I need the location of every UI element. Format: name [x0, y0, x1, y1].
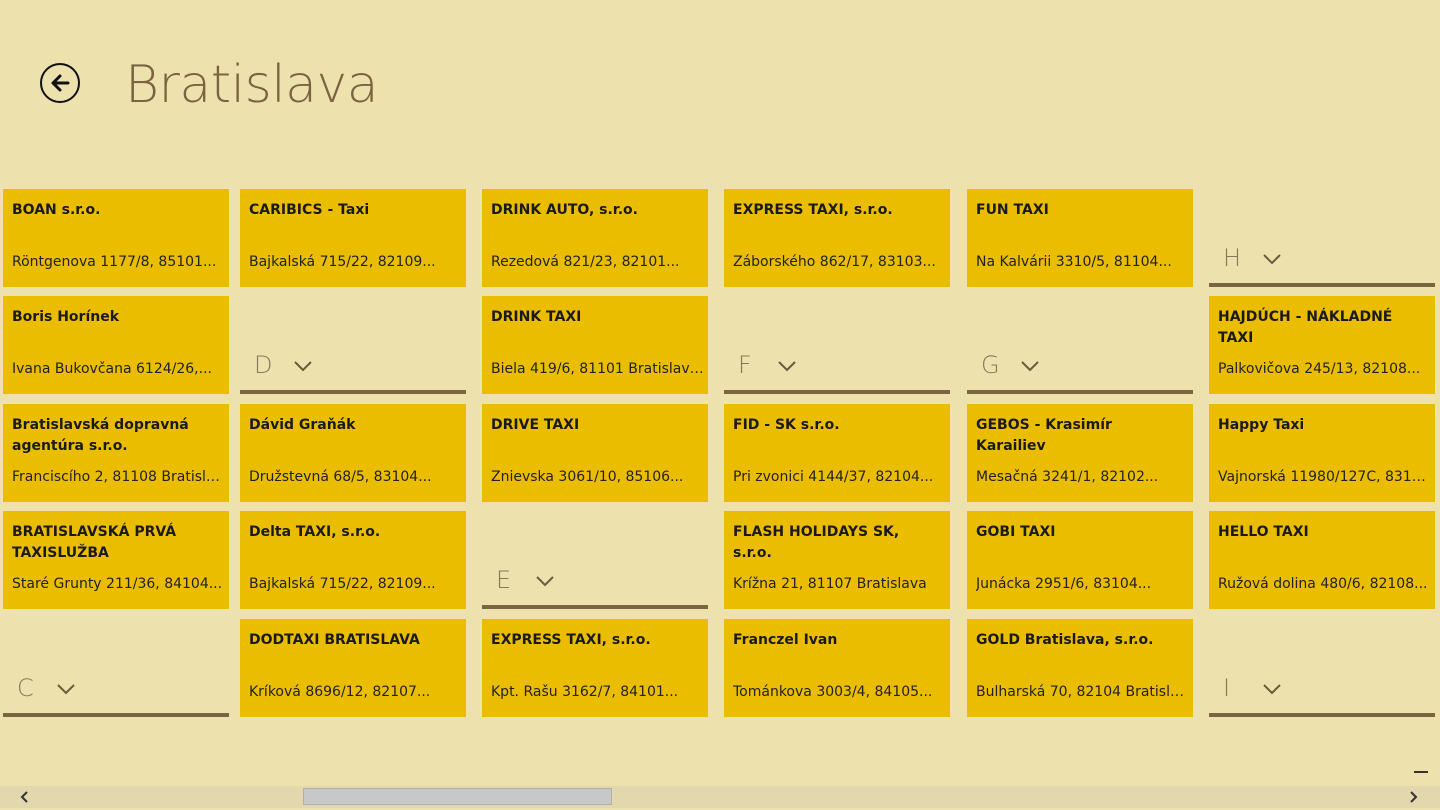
company-tile[interactable]: Boris Horínek Ivana Bukovčana 6124/26,...: [3, 296, 229, 394]
back-arrow-icon: [51, 74, 70, 92]
company-address: Pri zvonici 4144/37, 82104...: [733, 469, 934, 485]
company-name: DRINK AUTO, s.r.o.: [491, 202, 638, 218]
company-address: Ružová dolina 480/6, 82108...: [1218, 576, 1428, 592]
page-title: Bratislava: [125, 55, 379, 115]
group-header[interactable]: G: [967, 296, 1193, 394]
company-address: Ivana Bukovčana 6124/26,...: [12, 361, 212, 377]
group-header[interactable]: D: [240, 296, 466, 394]
chevron-down-icon: [778, 361, 796, 372]
company-tile[interactable]: BOAN s.r.o. Röntgenova 1177/8, 85101...: [3, 189, 229, 287]
company-address: Junácka 2951/6, 83104...: [976, 576, 1152, 592]
semantic-zoom-button[interactable]: [1411, 763, 1431, 779]
company-address: Bulharská 70, 82104 Bratislava: [976, 684, 1189, 700]
company-tile[interactable]: FUN TAXI Na Kalvárii 3310/5, 81104...: [967, 189, 1193, 287]
company-name: GEBOS - Krasimír Karailiev: [976, 417, 1112, 454]
group-letter: E: [496, 566, 512, 594]
company-name: DRIVE TAXI: [491, 417, 580, 433]
company-name: DODTAXI BRATISLAVA: [249, 632, 420, 648]
company-address: Znievska 3061/10, 85106...: [491, 469, 684, 485]
company-name: Happy Taxi: [1218, 417, 1305, 433]
scrollbar-thumb[interactable]: [303, 788, 612, 805]
company-name: FUN TAXI: [976, 202, 1049, 218]
company-address: Tománkova 3003/4, 84105...: [733, 684, 933, 700]
company-address: Staré Grunty 211/36, 84104...: [12, 576, 223, 592]
company-address: Vajnorská 11980/127C, 83104...: [1218, 469, 1431, 485]
company-address: Franciscího 2, 81108 Bratislava...: [12, 469, 225, 485]
company-tile[interactable]: GOBI TAXI Junácka 2951/6, 83104...: [967, 511, 1193, 609]
company-address: Krížna 21, 81107 Bratislava: [733, 576, 927, 592]
company-tile[interactable]: BRATISLAVSKÁ PRVÁ TAXISLUŽBA Staré Grunty…: [3, 511, 229, 609]
group-letter: F: [738, 351, 752, 379]
group-header[interactable]: H: [1209, 189, 1435, 287]
back-button[interactable]: [40, 63, 80, 103]
company-name: FLASH HOLIDAYS SK, s.r.o.: [733, 524, 900, 561]
company-tile[interactable]: Happy Taxi Vajnorská 11980/127C, 83104...: [1209, 404, 1435, 502]
company-address: Kpt. Rašu 3162/7, 84101...: [491, 684, 679, 700]
company-name: Boris Horínek: [12, 309, 120, 325]
group-header[interactable]: F: [724, 296, 950, 394]
company-address: Biela 419/6, 81101 Bratislava -...: [491, 361, 704, 377]
company-name: DRINK TAXI: [491, 309, 582, 325]
company-name: EXPRESS TAXI, s.r.o.: [733, 202, 893, 218]
group-header[interactable]: E: [482, 511, 708, 609]
company-name: Bratislavská dopravná agentúra s.r.o.: [12, 417, 189, 454]
company-tile[interactable]: CARIBICS - Taxi Bajkalská 715/22, 82109..…: [240, 189, 466, 287]
company-tile[interactable]: Franczel Ivan Tománkova 3003/4, 84105...: [724, 619, 950, 717]
horizontal-scrollbar[interactable]: [0, 786, 1440, 808]
company-address: Röntgenova 1177/8, 85101...: [12, 254, 217, 270]
company-tile[interactable]: Delta TAXI, s.r.o. Bajkalská 715/22, 8210…: [240, 511, 466, 609]
company-address: Bajkalská 715/22, 82109...: [249, 254, 436, 270]
company-tile[interactable]: Dávid Graňák Družstevná 68/5, 83104...: [240, 404, 466, 502]
company-tile[interactable]: DRINK TAXI Biela 419/6, 81101 Bratislava …: [482, 296, 708, 394]
company-address: Na Kalvárii 3310/5, 81104...: [976, 254, 1172, 270]
company-name: BRATISLAVSKÁ PRVÁ TAXISLUŽBA: [12, 524, 177, 561]
group-letter: D: [254, 351, 273, 379]
group-letter: C: [17, 674, 34, 702]
company-tile[interactable]: DRIVE TAXI Znievska 3061/10, 85106...: [482, 404, 708, 502]
scroll-left-icon[interactable]: [18, 790, 32, 804]
scroll-right-icon[interactable]: [1406, 790, 1420, 804]
company-address: Palkovičova 245/13, 82108...: [1218, 361, 1421, 377]
chevron-down-icon: [1021, 361, 1039, 372]
company-name: Franczel Ivan: [733, 632, 838, 648]
company-address: Mesačná 3241/1, 82102...: [976, 469, 1159, 485]
chevron-down-icon: [294, 361, 312, 372]
company-name: BOAN s.r.o.: [12, 202, 101, 218]
group-letter: G: [981, 351, 1000, 379]
company-name: EXPRESS TAXI, s.r.o.: [491, 632, 651, 648]
company-tile[interactable]: EXPRESS TAXI, s.r.o. Záborského 862/17, 8…: [724, 189, 950, 287]
company-tile[interactable]: GOLD Bratislava, s.r.o. Bulharská 70, 821…: [967, 619, 1193, 717]
chevron-down-icon: [57, 684, 75, 695]
group-header[interactable]: I: [1209, 619, 1435, 717]
company-tile[interactable]: DODTAXI BRATISLAVA Kríková 8696/12, 82107…: [240, 619, 466, 717]
group-letter: H: [1223, 244, 1242, 272]
company-tile[interactable]: HELLO TAXI Ružová dolina 480/6, 82108...: [1209, 511, 1435, 609]
company-tile[interactable]: Bratislavská dopravná agentúra s.r.o. Fra…: [3, 404, 229, 502]
company-tile[interactable]: GEBOS - Krasimír Karailiev Mesačná 3241/1…: [967, 404, 1193, 502]
company-address: Záborského 862/17, 83103...: [733, 254, 936, 270]
company-address: Rezedová 821/23, 82101...: [491, 254, 680, 270]
company-name: CARIBICS - Taxi: [249, 202, 370, 218]
group-header[interactable]: C: [3, 619, 229, 717]
company-address: Družstevná 68/5, 83104...: [249, 469, 432, 485]
company-name: Dávid Graňák: [249, 417, 356, 433]
chevron-down-icon: [536, 576, 554, 587]
company-name: FID - SK s.r.o.: [733, 417, 840, 433]
company-tile[interactable]: EXPRESS TAXI, s.r.o. Kpt. Rašu 3162/7, 84…: [482, 619, 708, 717]
company-name: GOLD Bratislava, s.r.o.: [976, 632, 1154, 648]
company-address: Bajkalská 715/22, 82109...: [249, 576, 436, 592]
company-tile[interactable]: FLASH HOLIDAYS SK, s.r.o. Krížna 21, 8110…: [724, 511, 950, 609]
group-letter: I: [1223, 674, 1231, 702]
company-name: HAJDÚCH - NÁKLADNÉ TAXI: [1218, 309, 1393, 346]
company-address: Kríková 8696/12, 82107...: [249, 684, 431, 700]
company-tile[interactable]: DRINK AUTO, s.r.o. Rezedová 821/23, 82101…: [482, 189, 708, 287]
company-name: GOBI TAXI: [976, 524, 1056, 540]
company-tile[interactable]: HAJDÚCH - NÁKLADNÉ TAXI Palkovičova 245/1…: [1209, 296, 1435, 394]
company-name: Delta TAXI, s.r.o.: [249, 524, 381, 540]
chevron-down-icon: [1263, 254, 1281, 265]
chevron-down-icon: [1263, 684, 1281, 695]
company-tile[interactable]: FID - SK s.r.o. Pri zvonici 4144/37, 8210…: [724, 404, 950, 502]
company-name: HELLO TAXI: [1218, 524, 1309, 540]
